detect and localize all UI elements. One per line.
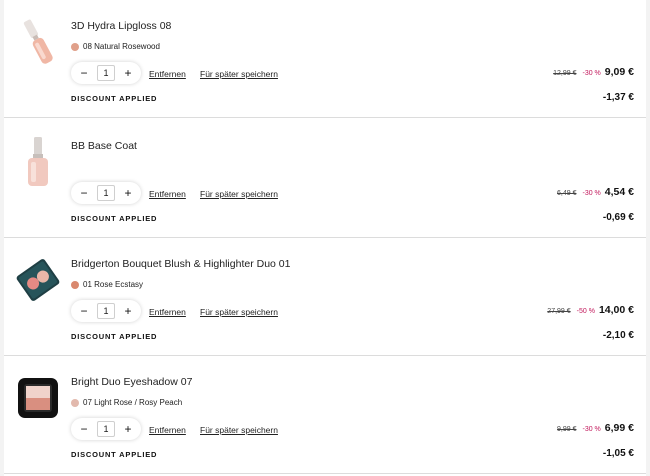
discount-percent: -30 %	[582, 70, 601, 77]
decrement-button[interactable]: −	[78, 67, 90, 79]
product-variant: 01 Rose Ecstasy	[71, 280, 143, 289]
color-swatch	[71, 280, 79, 289]
lipgloss-icon[interactable]	[14, 12, 62, 72]
remove-link[interactable]: Entfernen	[149, 69, 186, 79]
discount-amount: -2,10 €	[602, 330, 634, 341]
price-row: 6,49 € -30 % 4,54 €	[557, 186, 634, 198]
original-price: 27,99 €	[547, 308, 571, 315]
price-row: 9,99 € -30 % 6,99 €	[557, 422, 634, 434]
discount-applied-label: DISCOUNT APPLIED	[71, 214, 158, 223]
save-for-later-link[interactable]: Für später speichern	[200, 425, 278, 435]
product-title[interactable]: BB Base Coat	[71, 140, 137, 152]
increment-button[interactable]: +	[122, 67, 134, 79]
current-price: 9,09 €	[604, 66, 634, 78]
quantity-stepper: − 1 +	[71, 300, 141, 322]
variant-label: 07 Light Rose / Rosy Peach	[83, 398, 183, 407]
current-price: 4,54 €	[604, 186, 634, 198]
product-variant: 08 Natural Rosewood	[71, 42, 160, 51]
discount-applied-label: DISCOUNT APPLIED	[71, 450, 158, 459]
original-price: 12,99 €	[553, 70, 577, 77]
cart-item: BB Base Coat − 1 + Entfernen Für später …	[4, 120, 646, 238]
original-price: 9,99 €	[557, 426, 577, 433]
cart-item: Bright Duo Eyeshadow 07 07 Light Rose / …	[4, 356, 646, 474]
cart-item: Bridgerton Bouquet Blush & Highlighter D…	[4, 238, 646, 356]
product-title[interactable]: Bridgerton Bouquet Blush & Highlighter D…	[71, 258, 290, 270]
quantity-stepper: − 1 +	[71, 418, 141, 440]
cart-page: 3D Hydra Lipgloss 08 08 Natural Rosewood…	[0, 0, 650, 476]
quantity-input[interactable]: 1	[97, 185, 115, 201]
discount-percent: -30 %	[582, 426, 601, 433]
discount-applied-label: DISCOUNT APPLIED	[71, 332, 158, 341]
discount-amount: -1,05 €	[602, 448, 634, 459]
remove-link[interactable]: Entfernen	[149, 189, 186, 199]
save-for-later-link[interactable]: Für später speichern	[200, 189, 278, 199]
discount-percent: -50 %	[576, 308, 595, 315]
product-title[interactable]: 3D Hydra Lipgloss 08	[71, 20, 171, 32]
increment-button[interactable]: +	[122, 187, 134, 199]
original-price: 6,49 €	[557, 190, 577, 197]
price-row: 27,99 € -50 % 14,00 €	[547, 304, 634, 316]
price-row: 12,99 € -30 % 9,09 €	[553, 66, 634, 78]
eyeshadow-icon[interactable]	[14, 368, 62, 428]
discount-amount: -1,37 €	[602, 92, 634, 103]
color-swatch	[71, 398, 79, 407]
blush-palette-icon[interactable]	[14, 250, 62, 310]
current-price: 6,99 €	[604, 422, 634, 434]
discount-amount: -0,69 €	[602, 212, 634, 223]
product-variant: 07 Light Rose / Rosy Peach	[71, 398, 182, 407]
increment-button[interactable]: +	[122, 305, 134, 317]
save-for-later-link[interactable]: Für später speichern	[200, 69, 278, 79]
increment-button[interactable]: +	[122, 423, 134, 435]
variant-label: 08 Natural Rosewood	[83, 42, 160, 51]
remove-link[interactable]: Entfernen	[149, 425, 186, 435]
save-for-later-link[interactable]: Für später speichern	[200, 307, 278, 317]
decrement-button[interactable]: −	[78, 187, 90, 199]
quantity-input[interactable]: 1	[97, 303, 115, 319]
quantity-stepper: − 1 +	[71, 62, 141, 84]
quantity-input[interactable]: 1	[97, 65, 115, 81]
remove-link[interactable]: Entfernen	[149, 307, 186, 317]
decrement-button[interactable]: −	[78, 423, 90, 435]
product-title[interactable]: Bright Duo Eyeshadow 07	[71, 376, 192, 388]
color-swatch	[71, 42, 79, 51]
discount-applied-label: DISCOUNT APPLIED	[71, 94, 158, 103]
quantity-stepper: − 1 +	[71, 182, 141, 204]
current-price: 14,00 €	[598, 304, 634, 316]
decrement-button[interactable]: −	[78, 305, 90, 317]
cart-item: 3D Hydra Lipgloss 08 08 Natural Rosewood…	[4, 0, 646, 118]
cart-items-panel: 3D Hydra Lipgloss 08 08 Natural Rosewood…	[4, 0, 646, 476]
nail-polish-icon[interactable]	[14, 132, 62, 192]
quantity-input[interactable]: 1	[97, 421, 115, 437]
discount-percent: -30 %	[582, 190, 601, 197]
variant-label: 01 Rose Ecstasy	[83, 280, 144, 289]
